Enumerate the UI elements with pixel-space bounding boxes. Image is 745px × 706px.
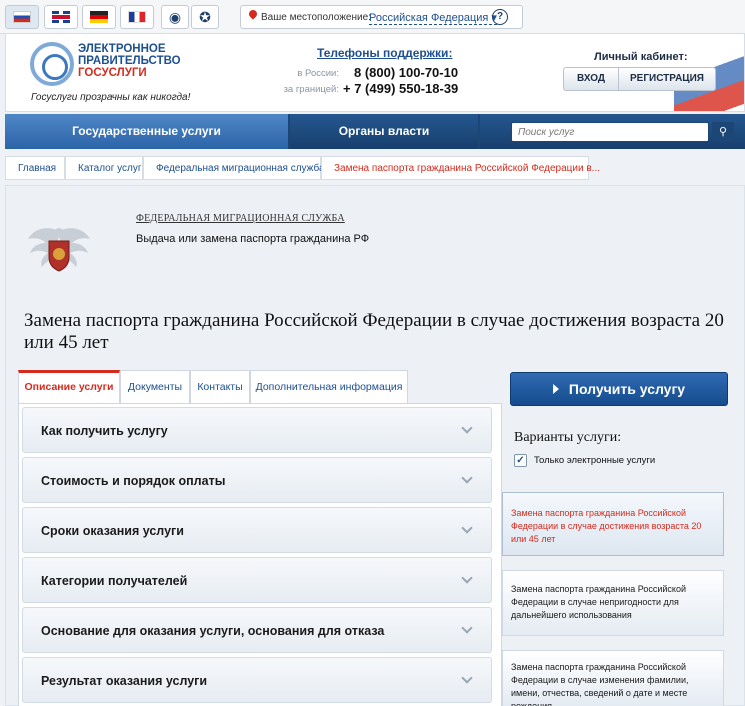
variant-unfit[interactable]: Замена паспорта гражданина Российской Фе…: [502, 570, 724, 636]
service-group-title: Выдача или замена паспорта гражданина РФ: [136, 233, 370, 245]
chevron-down-icon: [461, 622, 473, 634]
chevron-down-icon: [461, 422, 473, 434]
main-nav: Государственные услуги Органы власти ⚲: [5, 114, 745, 149]
compass-icon: ✪: [199, 9, 211, 25]
help-icon[interactable]: ?: [492, 9, 508, 25]
only-electronic-label[interactable]: Только электронные услуги: [534, 455, 655, 466]
phone-ru-label: в России:: [297, 68, 339, 79]
service-tabs: Описание услуги Документы Контакты Допол…: [18, 370, 408, 404]
accordion-title: Результат оказания услуги: [41, 674, 208, 688]
tab-description[interactable]: Описание услуги: [18, 370, 120, 404]
variant-age-20-45[interactable]: Замена паспорта гражданина Российской Фе…: [502, 492, 724, 556]
slogan: Госуслуги прозрачны как никогда!: [31, 92, 191, 103]
search-icon: ⚲: [718, 126, 728, 138]
login-button[interactable]: ВХОД: [563, 67, 619, 91]
logo-line-1: ЭЛЕКТРОННОЕ: [78, 43, 166, 55]
accordion-title: Стоимость и порядок оплаты: [41, 474, 226, 488]
accordion-title: Основание для оказания услуги, основания…: [41, 624, 385, 638]
get-service-button[interactable]: Получить услугу: [510, 372, 728, 406]
gosuslugi-logo-icon[interactable]: [30, 42, 74, 86]
site-header: ЭЛЕКТРОННОЕ ПРАВИТЕЛЬСТВО ГОСУСЛУГИ Госу…: [5, 34, 745, 112]
register-button[interactable]: РЕГИСТРАЦИЯ: [618, 67, 716, 91]
page-title: Замена паспорта гражданина Российской Фе…: [24, 310, 724, 353]
accordion-result[interactable]: Результат оказания услуги: [22, 657, 492, 703]
location-label: Ваше местоположение:: [261, 12, 371, 23]
accordion-title: Как получить услугу: [41, 424, 168, 438]
eye-icon: ◉: [168, 9, 182, 25]
accordion-title: Сроки оказания услуги: [41, 524, 184, 538]
accordion-recipients[interactable]: Категории получателей: [22, 557, 492, 603]
de-flag-icon: [90, 11, 108, 23]
phone-abroad-label: за границей:: [283, 84, 339, 95]
accordion-grounds[interactable]: Основание для оказания услуги, основания…: [22, 607, 492, 653]
ru-flag-icon: [13, 11, 31, 23]
location-value[interactable]: Российская Федерация ▾: [369, 11, 497, 25]
tab-additional-info[interactable]: Дополнительная информация: [250, 370, 408, 404]
get-service-label: Получить услугу: [568, 381, 686, 397]
tab-contacts[interactable]: Контакты: [190, 370, 250, 404]
tab-documents[interactable]: Документы: [120, 370, 190, 404]
location-selector: Ваше местоположение: Российская Федераци…: [240, 5, 523, 29]
cabinet-title: Личный кабинет:: [594, 51, 688, 63]
breadcrumb-current: Замена паспорта гражданина Российской Фе…: [321, 156, 600, 180]
support-phones-link[interactable]: Телефоны поддержки:: [317, 46, 452, 60]
chevron-down-icon: [461, 472, 473, 484]
search-input[interactable]: [512, 123, 702, 141]
nav-authorities[interactable]: Органы власти: [290, 114, 478, 149]
chevron-down-icon: [461, 572, 473, 584]
location-pin-icon: [247, 8, 259, 20]
chevron-down-icon: [461, 672, 473, 684]
fr-flag-icon: [128, 11, 146, 23]
accordion-cost[interactable]: Стоимость и порядок оплаты: [22, 457, 492, 503]
search-button[interactable]: ⚲: [712, 122, 734, 142]
chevron-down-icon: [461, 522, 473, 534]
logo-line-3: ГОСУСЛУГИ: [78, 67, 147, 79]
lang-ru-button[interactable]: [5, 5, 39, 29]
nav-gov-services[interactable]: Государственные услуги: [5, 114, 288, 149]
variants-title: Варианты услуги:: [514, 430, 622, 445]
logo-title[interactable]: ЭЛЕКТРОННОЕ ПРАВИТЕЛЬСТВО: [78, 43, 181, 67]
phone-ru: 8 (800) 100-70-10: [354, 65, 459, 80]
breadcrumb-home[interactable]: Главная: [5, 156, 65, 180]
play-arrow-icon: [552, 384, 559, 395]
variant-name-change[interactable]: Замена паспорта гражданина Российской Фе…: [502, 650, 724, 706]
lang-de-button[interactable]: [82, 5, 116, 29]
search-box: [511, 122, 709, 142]
fms-emblem-icon: [28, 228, 90, 272]
lang-en-button[interactable]: [44, 5, 78, 29]
accessibility-button[interactable]: ◉: [161, 5, 189, 29]
phone-abroad: + 7 (499) 550-18-39: [343, 81, 459, 96]
accordion-title: Категории получателей: [41, 574, 188, 588]
department-link[interactable]: ФЕДЕРАЛЬНАЯ МИГРАЦИОННАЯ СЛУЖБА: [136, 213, 345, 224]
uk-flag-icon: [52, 11, 70, 23]
only-electronic-checkbox[interactable]: ✓: [514, 454, 527, 467]
accordion-terms[interactable]: Сроки оказания услуги: [22, 507, 492, 553]
breadcrumb-fms[interactable]: Федеральная миграционная служба: [143, 156, 325, 180]
accordion-how-to-get[interactable]: Как получить услугу: [22, 407, 492, 453]
lang-fr-button[interactable]: [120, 5, 154, 29]
top-bar: ◉ ✪ Ваше местоположение: Российская Феде…: [0, 0, 745, 34]
logo-line-2: ПРАВИТЕЛЬСТВО: [78, 55, 181, 67]
breadcrumb-catalog[interactable]: Каталог услуг: [65, 156, 143, 180]
compass-button[interactable]: ✪: [191, 5, 219, 29]
service-panel: ФЕДЕРАЛЬНАЯ МИГРАЦИОННАЯ СЛУЖБА Выдача и…: [5, 185, 745, 706]
